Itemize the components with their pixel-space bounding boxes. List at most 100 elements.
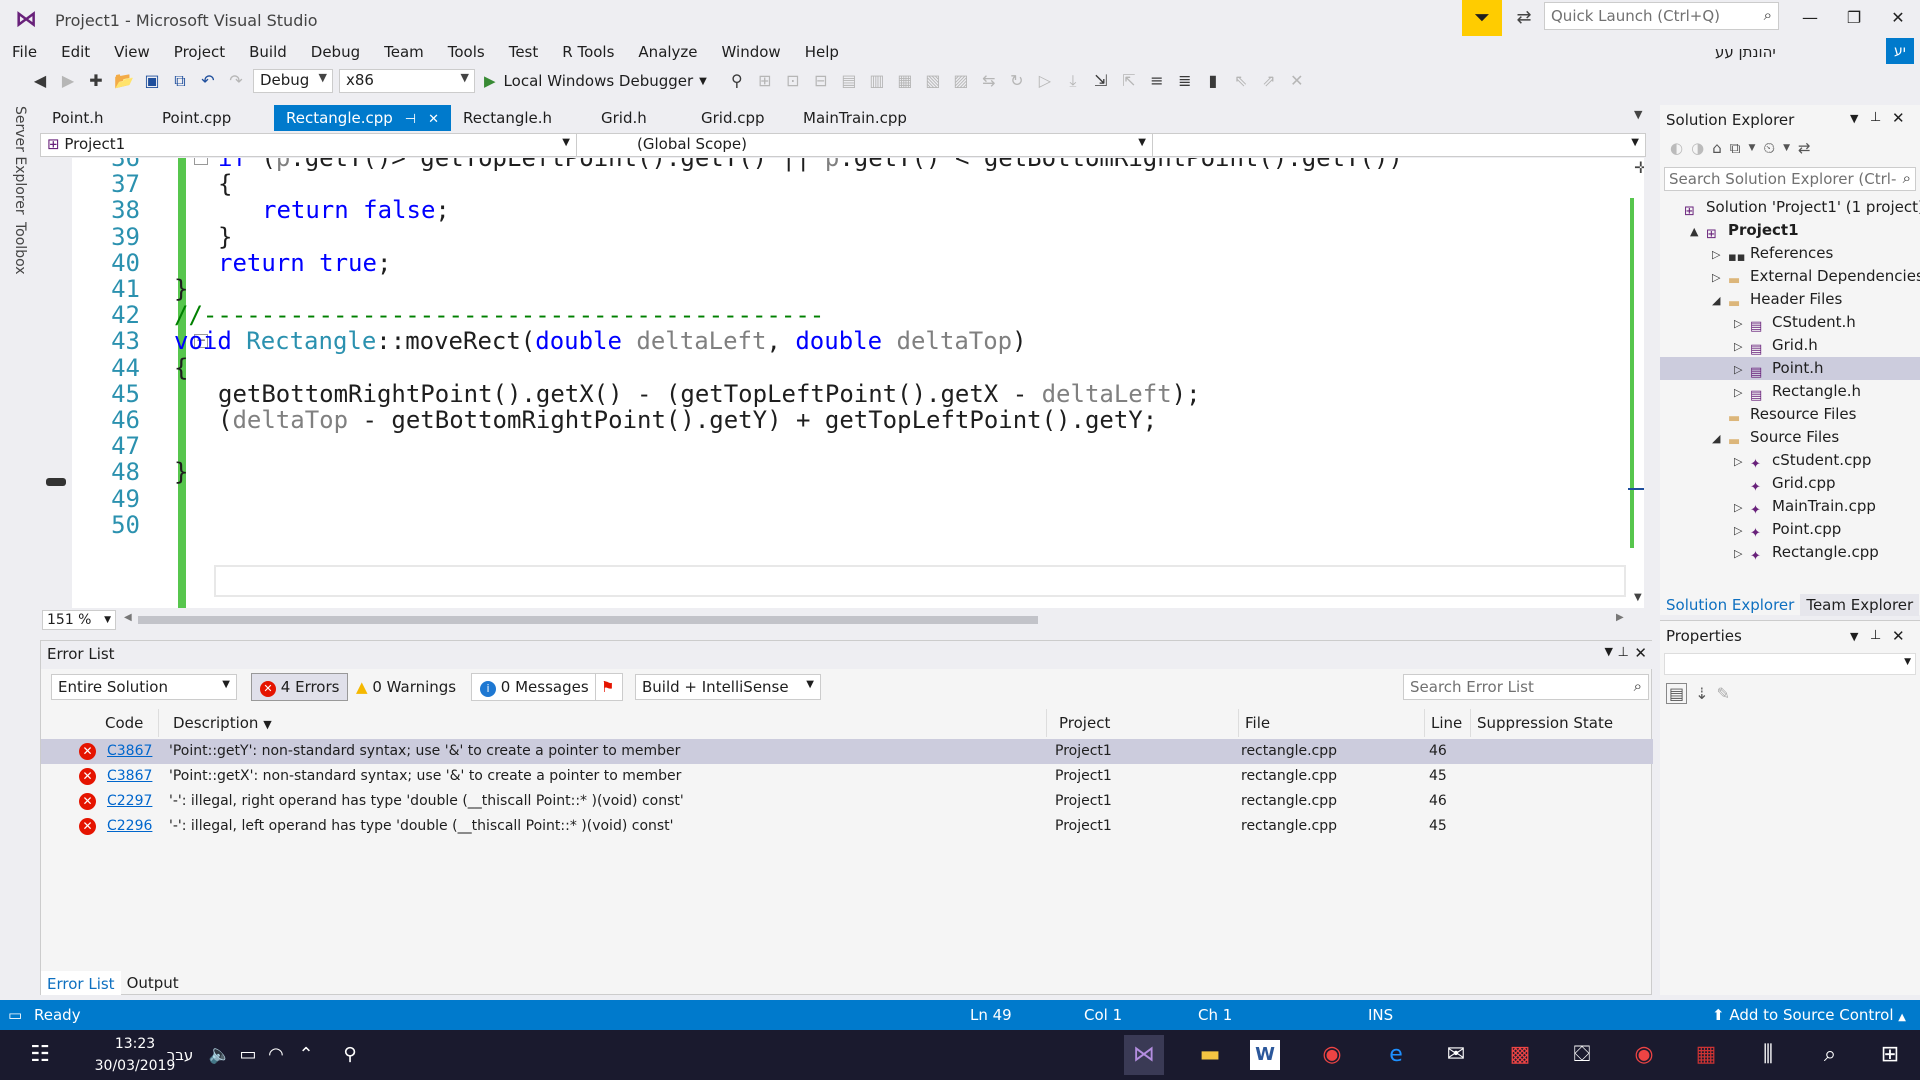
properties-object-select[interactable]: ▼: [1664, 653, 1916, 675]
column-header-code[interactable]: Code: [99, 709, 159, 737]
toolbar-icon[interactable]: ⇱: [1117, 68, 1141, 94]
column-header-project[interactable]: Project: [1053, 709, 1239, 737]
expand-icon[interactable]: ▷: [1734, 542, 1750, 565]
errors-filter-button[interactable]: ✕ 4 Errors: [251, 673, 349, 701]
messages-filter-button[interactable]: i 0 Messages: [471, 673, 598, 701]
tab-grid-cpp[interactable]: Grid.cpp: [689, 105, 791, 131]
menu-build[interactable]: Build: [237, 40, 299, 64]
collapse-icon[interactable]: −: [194, 158, 208, 165]
column-header-file[interactable]: File: [1239, 709, 1425, 737]
new-project-icon[interactable]: ✚: [84, 68, 108, 94]
collapse-icon[interactable]: ◢: [1712, 289, 1728, 312]
error-row[interactable]: ✕ C2297 '-': illegal, right operand has ty…: [41, 789, 1653, 814]
chevron-down-icon[interactable]: ▼: [1605, 645, 1613, 658]
toolbar-icon[interactable]: ▨: [949, 68, 973, 94]
back-icon[interactable]: ◐: [1670, 139, 1683, 157]
tab-maintrain-cpp[interactable]: MainTrain.cpp: [791, 105, 921, 131]
tree-item-references[interactable]: ▷ ▪▪ References: [1660, 242, 1920, 265]
save-icon[interactable]: ▣: [140, 68, 164, 94]
back-icon[interactable]: ◀: [28, 68, 52, 94]
menu-edit[interactable]: Edit: [49, 40, 102, 64]
column-header-description[interactable]: Description ▼: [167, 709, 1047, 737]
menu-window[interactable]: Window: [710, 40, 793, 64]
restore-button[interactable]: ❐: [1832, 0, 1876, 36]
scroll-left-icon[interactable]: ◀: [124, 612, 132, 623]
word-icon[interactable]: W: [1250, 1040, 1280, 1070]
pending-changes-filter-icon[interactable]: ⏲: [1763, 139, 1775, 157]
refresh-icon[interactable]: ↻: [1005, 68, 1029, 94]
error-row[interactable]: ✕ C3867 'Point::getX': non-standard syntax…: [41, 764, 1653, 789]
tree-item-point-h[interactable]: ▷ ▤ Point.h: [1660, 357, 1920, 380]
toolbar-icon[interactable]: ⇆: [977, 68, 1001, 94]
warnings-filter-button[interactable]: ▲ 0 Warnings: [347, 673, 465, 701]
code-editor[interactable]: 36−if (p.getY()> getTopLeftPoint().getY(…: [40, 158, 1644, 608]
menu-help[interactable]: Help: [793, 40, 851, 64]
tab-point-h[interactable]: Point.h: [40, 105, 150, 131]
tree-item-maintrain-cpp[interactable]: ▷ ✦ MainTrain.cpp: [1660, 495, 1920, 518]
forward-icon[interactable]: ▶: [56, 68, 80, 94]
solution-configuration-select[interactable]: Debug ▼: [253, 69, 333, 93]
tree-item-cstudent-h[interactable]: ▷ ▤ CStudent.h: [1660, 311, 1920, 334]
chevron-down-icon[interactable]: ▼: [1631, 137, 1639, 148]
notifications-filter-icon[interactable]: ⏷: [1462, 0, 1502, 36]
next-bookmark-icon[interactable]: ⇗: [1257, 68, 1281, 94]
chevron-down-icon[interactable]: ▼: [1850, 112, 1858, 125]
horizontal-scrollbar-thumb[interactable]: [138, 616, 1038, 624]
menu-tools[interactable]: Tools: [436, 40, 497, 64]
close-icon[interactable]: ✕: [1634, 644, 1647, 662]
expand-icon[interactable]: ▷: [1734, 496, 1750, 519]
solution-platform-select[interactable]: x86 ▼: [339, 69, 475, 93]
continue-icon[interactable]: ▷: [1033, 68, 1057, 94]
home-icon[interactable]: ⌂: [1712, 139, 1722, 157]
tab-rectangle-h[interactable]: Rectangle.h: [451, 105, 589, 131]
alphabetical-icon[interactable]: ⇣: [1695, 684, 1708, 703]
user-avatar[interactable]: יע: [1886, 38, 1914, 64]
tree-item-source-files[interactable]: ◢ ▬ Source Files: [1660, 426, 1920, 449]
menu-team[interactable]: Team: [372, 40, 436, 64]
tab-rectangle-cpp[interactable]: Rectangle.cpp ⊣ ✕: [274, 105, 452, 131]
tree-item-point-cpp[interactable]: ▷ ✦ Point.cpp: [1660, 518, 1920, 541]
edge-icon[interactable]: e: [1376, 1035, 1416, 1075]
forward-icon[interactable]: ◑: [1691, 139, 1704, 157]
pin-icon[interactable]: ⊥: [1618, 645, 1629, 660]
tab-grid-h[interactable]: Grid.h: [589, 105, 689, 131]
quick-launch-input[interactable]: Quick Launch (Ctrl+Q) ⌕: [1544, 2, 1779, 30]
error-row[interactable]: ✕ C3867 'Point::getY': non-standard syntax…: [41, 739, 1653, 764]
search-icon[interactable]: ⌕: [1810, 1035, 1850, 1075]
scroll-right-icon[interactable]: ▶: [1616, 612, 1624, 623]
prev-bookmark-icon[interactable]: ⇖: [1229, 68, 1253, 94]
visual-studio-taskbar-icon[interactable]: ⋈: [1124, 1035, 1164, 1075]
mail-icon[interactable]: ✉: [1436, 1035, 1476, 1075]
error-code[interactable]: C3867: [107, 739, 152, 764]
open-folder-icon[interactable]: 📂: [112, 68, 136, 94]
toolbar-icon[interactable]: ⊟: [809, 68, 833, 94]
sync-icon[interactable]: ⇄: [1798, 139, 1811, 157]
tree-item-solution-project1-1-project[interactable]: ⊞ Solution 'Project1' (1 project): [1660, 196, 1920, 219]
project-dropdown[interactable]: ⊞ Project1 ▼: [41, 134, 577, 156]
start-debugging-button[interactable]: ▶ Local Windows Debugger ▼: [478, 72, 713, 90]
close-icon[interactable]: ✕: [1892, 627, 1905, 645]
expand-icon[interactable]: ▷: [1734, 519, 1750, 542]
tree-item-rectangle-h[interactable]: ▷ ▤ Rectangle.h: [1660, 380, 1920, 403]
menu-view[interactable]: View: [102, 40, 162, 64]
tab-point-cpp[interactable]: Point.cpp: [150, 105, 274, 131]
clear-bookmarks-icon[interactable]: ✕: [1285, 68, 1309, 94]
toolbar-icon[interactable]: ▤: [837, 68, 861, 94]
gift-icon[interactable]: ▩: [1500, 1035, 1540, 1075]
tree-item-resource-files[interactable]: ▬ Resource Files: [1660, 403, 1920, 426]
expand-icon[interactable]: ▷: [1734, 335, 1750, 358]
comment-icon[interactable]: ≡: [1145, 68, 1169, 94]
search-solution-explorer-input[interactable]: Search Solution Explorer (Ctrl- ⌕: [1664, 167, 1916, 191]
menu-debug[interactable]: Debug: [299, 40, 372, 64]
add-to-source-control-button[interactable]: ⬆ Add to Source Control ▲: [1712, 1000, 1906, 1033]
close-icon[interactable]: ✕: [1892, 109, 1905, 127]
tab-list-chevron-icon[interactable]: ▼: [1634, 108, 1642, 121]
build-mode-select[interactable]: Build + IntelliSense ▼: [635, 674, 821, 700]
show-hidden-icons-icon[interactable]: ⌃: [286, 1035, 326, 1075]
toolbar-icon[interactable]: ▧: [921, 68, 945, 94]
scroll-down-icon[interactable]: ▼: [1634, 592, 1642, 603]
expand-icon[interactable]: ▷: [1734, 381, 1750, 404]
expand-icon[interactable]: ▷: [1734, 450, 1750, 473]
menu-test[interactable]: Test: [497, 40, 551, 64]
error-code[interactable]: C3867: [107, 764, 152, 789]
